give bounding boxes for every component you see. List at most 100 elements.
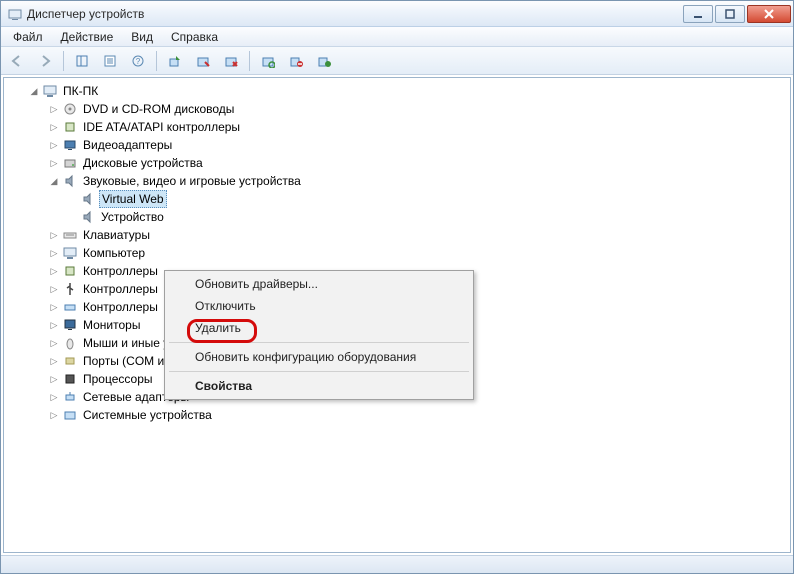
context-menu: Обновить драйверы... Отключить Удалить О…	[164, 270, 474, 400]
expand-icon[interactable]: ▷	[48, 337, 60, 349]
expand-icon[interactable]: ▷	[48, 373, 60, 385]
menu-file[interactable]: Файл	[5, 28, 51, 46]
maximize-button[interactable]	[715, 5, 745, 23]
tree-category[interactable]: ▷ Дисковые устройства	[44, 154, 790, 172]
hdd-icon	[62, 155, 78, 171]
expand-icon[interactable]: ▷	[48, 229, 60, 241]
tree-category[interactable]: ▷ Компьютер	[44, 244, 790, 262]
minimize-button[interactable]	[683, 5, 713, 23]
expand-icon[interactable]: ▷	[48, 319, 60, 331]
tree-category[interactable]: ▷ IDE ATA/ATAPI контроллеры	[44, 118, 790, 136]
separator-icon	[249, 51, 250, 71]
category-label: Контроллеры	[81, 281, 160, 297]
usb-icon	[62, 281, 78, 297]
disc-icon	[62, 101, 78, 117]
separator-icon	[169, 371, 469, 372]
menubar: Файл Действие Вид Справка	[1, 27, 793, 47]
uninstall2-button[interactable]	[284, 50, 308, 72]
sys-icon	[62, 407, 78, 423]
root-label: ПК-ПК	[61, 83, 100, 99]
ctx-update-drivers[interactable]: Обновить драйверы...	[167, 273, 471, 295]
tree-category[interactable]: ▷ Клавиатуры	[44, 226, 790, 244]
category-label: DVD и CD-ROM дисководы	[81, 101, 236, 117]
separator-icon	[63, 51, 64, 71]
tree-category[interactable]: ▷ DVD и CD-ROM дисководы	[44, 100, 790, 118]
statusbar	[1, 555, 793, 573]
forward-button[interactable]	[33, 50, 57, 72]
titlebar[interactable]: Диспетчер устройств	[1, 1, 793, 27]
help-button[interactable]: ?	[126, 50, 150, 72]
tree-category[interactable]: ▷ Видеоадаптеры	[44, 136, 790, 154]
category-label: Процессоры	[81, 371, 155, 387]
expand-icon[interactable]: ▷	[48, 355, 60, 367]
display-icon	[62, 137, 78, 153]
tree-device[interactable]: Устройство	[62, 208, 790, 226]
bus-icon	[62, 299, 78, 315]
collapse-icon[interactable]: ◢	[28, 85, 40, 97]
sound-icon	[80, 209, 96, 225]
category-label: IDE ATA/ATAPI контроллеры	[81, 119, 242, 135]
net-icon	[62, 389, 78, 405]
expand-icon[interactable]: ▷	[48, 121, 60, 133]
device-tree[interactable]: ◢ ПК-ПК ▷ DVD и CD-ROM дисководы ▷ IDE ATA/…	[3, 77, 791, 553]
port-icon	[62, 353, 78, 369]
menu-view[interactable]: Вид	[123, 28, 161, 46]
device-label: Устройство	[99, 209, 166, 225]
category-label: Компьютер	[81, 245, 147, 261]
menu-help[interactable]: Справка	[163, 28, 226, 46]
close-button[interactable]	[747, 5, 791, 23]
menu-action[interactable]: Действие	[53, 28, 122, 46]
category-label: Контроллеры	[81, 263, 160, 279]
scan-button[interactable]	[256, 50, 280, 72]
back-button[interactable]	[5, 50, 29, 72]
category-label: Клавиатуры	[81, 227, 152, 243]
separator-icon	[169, 342, 469, 343]
separator-icon	[156, 51, 157, 71]
chip-icon	[62, 119, 78, 135]
monitor-icon	[62, 317, 78, 333]
mouse-icon	[62, 335, 78, 351]
device-manager-window: Диспетчер устройств Файл Действие Вид Сп…	[0, 0, 794, 574]
sound-icon	[62, 173, 78, 189]
tree-category[interactable]: ◢ Звуковые, видео и игровые устройства	[44, 172, 790, 190]
properties-button[interactable]	[98, 50, 122, 72]
expand-icon[interactable]: ▷	[48, 247, 60, 259]
window-title: Диспетчер устройств	[27, 7, 144, 21]
ctx-properties[interactable]: Свойства	[167, 375, 471, 397]
pc-icon	[62, 245, 78, 261]
expand-icon[interactable]: ▷	[48, 157, 60, 169]
tree-device[interactable]: Virtual Web	[62, 190, 790, 208]
cpu-icon	[62, 371, 78, 387]
tree-root[interactable]: ◢ ПК-ПК	[24, 82, 790, 100]
ctx-refresh-hardware[interactable]: Обновить конфигурацию оборудования	[167, 346, 471, 368]
disable-button[interactable]	[191, 50, 215, 72]
tree-category[interactable]: ▷ Системные устройства	[44, 406, 790, 424]
collapse-icon[interactable]: ◢	[48, 175, 60, 187]
expand-icon[interactable]: ▷	[48, 301, 60, 313]
chip-icon	[62, 263, 78, 279]
category-label: Звуковые, видео и игровые устройства	[81, 173, 303, 189]
pc-icon	[42, 83, 58, 99]
expand-icon[interactable]: ▷	[48, 265, 60, 277]
properties2-button[interactable]	[312, 50, 336, 72]
category-label: Системные устройства	[81, 407, 214, 423]
show-hide-console-button[interactable]	[70, 50, 94, 72]
expand-icon[interactable]: ▷	[48, 139, 60, 151]
category-label: Дисковые устройства	[81, 155, 205, 171]
category-label: Видеоадаптеры	[81, 137, 174, 153]
expand-icon[interactable]: ▷	[48, 103, 60, 115]
app-icon	[7, 6, 23, 22]
uninstall-button[interactable]	[219, 50, 243, 72]
expand-icon[interactable]: ▷	[48, 391, 60, 403]
keyboard-icon	[62, 227, 78, 243]
toolbar: ?	[1, 47, 793, 75]
svg-text:?: ?	[136, 57, 141, 66]
device-label: Virtual Web	[99, 190, 167, 208]
ctx-delete[interactable]: Удалить	[167, 317, 471, 339]
expand-icon[interactable]: ▷	[48, 283, 60, 295]
category-label: Мониторы	[81, 317, 142, 333]
update-driver-button[interactable]	[163, 50, 187, 72]
ctx-disable[interactable]: Отключить	[167, 295, 471, 317]
sound-icon	[80, 191, 96, 207]
expand-icon[interactable]: ▷	[48, 409, 60, 421]
